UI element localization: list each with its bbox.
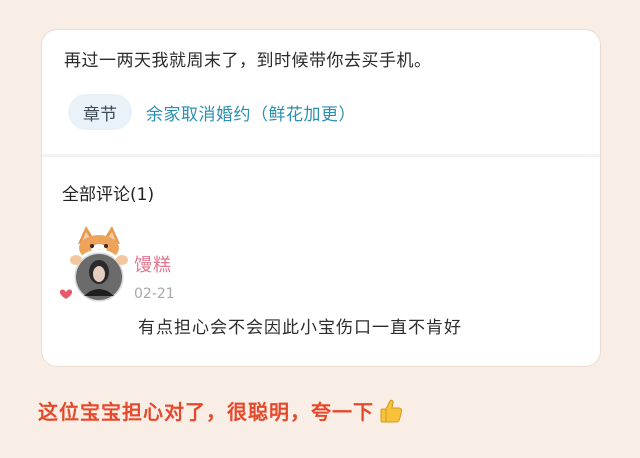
comments-header: 全部评论(1) <box>62 185 155 205</box>
corgi-frame-avatar-icon <box>59 226 128 305</box>
chapter-row: 章节 余家取消婚约（鲜花加更） <box>68 94 356 130</box>
divider <box>42 154 600 157</box>
comment-date: 02-21 <box>134 286 175 302</box>
comment-text: 有点担心会不会因此小宝伤口一直不肯好 <box>138 318 462 338</box>
caption-text: 这位宝宝担心对了，很聪明，夸一下 <box>38 400 374 424</box>
caption: 这位宝宝担心对了，很聪明，夸一下 <box>38 396 404 425</box>
thumbs-up-icon <box>380 399 403 422</box>
avatar[interactable] <box>56 222 142 308</box>
chapter-badge: 章节 <box>68 94 132 130</box>
chapter-link[interactable]: 余家取消婚约（鲜花加更） <box>146 100 356 125</box>
comment-card: 再过一两天我就周末了，到时候带你去买手机。 章节 余家取消婚约（鲜花加更） 全部… <box>41 29 601 367</box>
post-excerpt: 再过一两天我就周末了，到时候带你去买手机。 <box>64 51 432 71</box>
comment-username[interactable]: 馒糕 <box>134 251 172 277</box>
